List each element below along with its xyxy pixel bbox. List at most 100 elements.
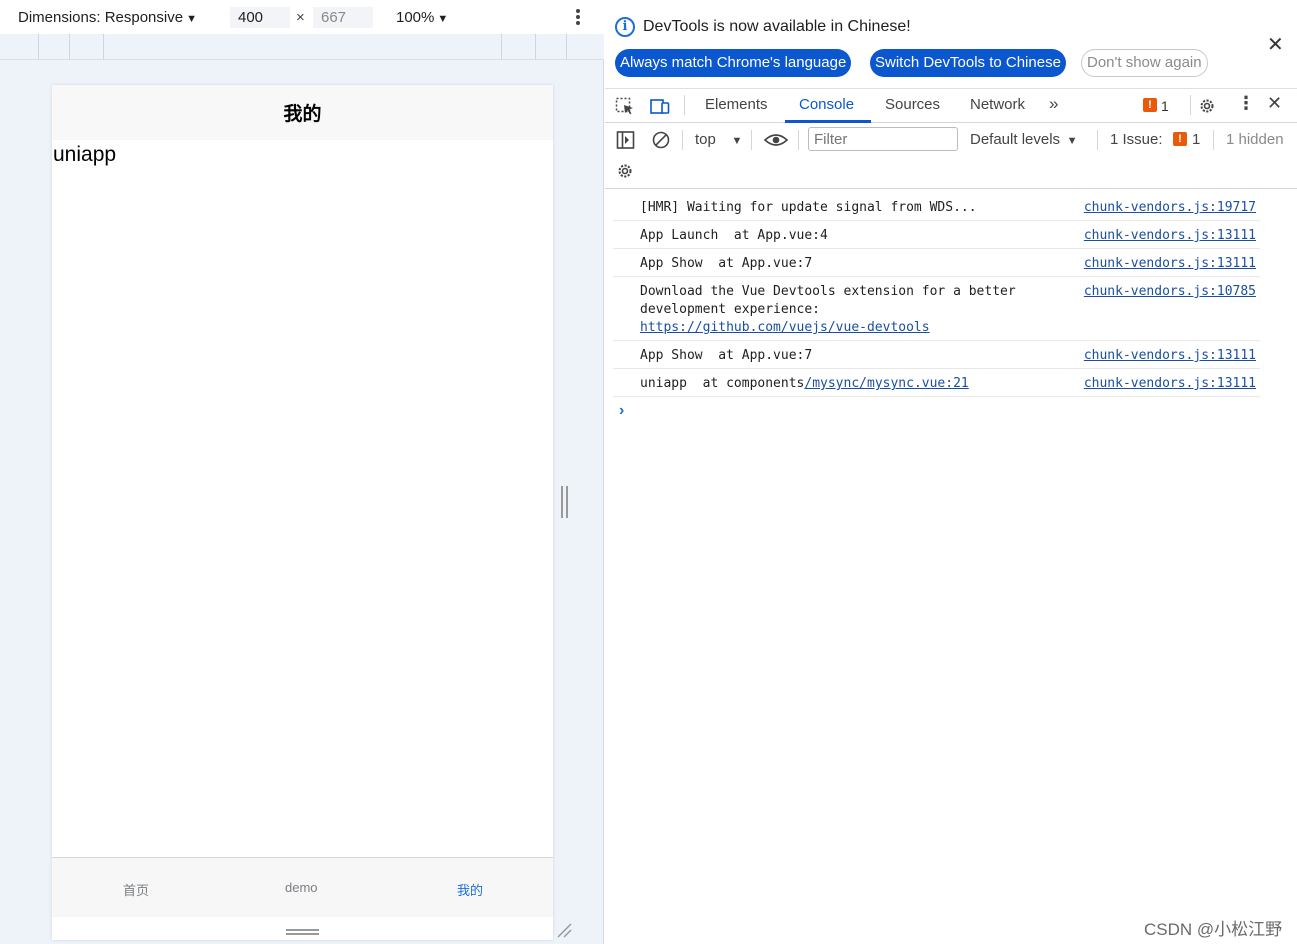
log-message: [HMR] Waiting for update signal from WDS… <box>640 200 977 215</box>
divider <box>682 130 683 150</box>
tab-console[interactable]: Console <box>799 96 854 113</box>
context-select[interactable]: top ▼ <box>695 131 742 148</box>
switch-to-chinese-button[interactable]: Switch DevTools to Chinese <box>870 49 1066 77</box>
ruler-segment[interactable] <box>38 34 39 60</box>
active-tab-indicator <box>785 120 871 123</box>
tab-mine[interactable]: 我的 <box>457 880 483 899</box>
divider <box>1097 130 1098 150</box>
ruler-segment[interactable] <box>566 34 567 60</box>
issues-label[interactable]: 1 Issue: <box>1110 131 1163 148</box>
infobar-message: DevTools is now available in Chinese! <box>643 18 911 35</box>
issue-icon[interactable]: ! <box>1143 98 1157 112</box>
hidden-count: 1 hidden <box>1226 131 1284 148</box>
resize-corner-icon[interactable] <box>556 922 572 938</box>
divider <box>684 95 685 115</box>
divider <box>1213 130 1214 150</box>
page-title: 我的 <box>283 104 322 125</box>
inspect-element-icon[interactable] <box>615 97 635 115</box>
log-entry: App Show at App.vue:7 chunk-vendors.js:1… <box>613 341 1260 369</box>
log-levels-select[interactable]: Default levels ▼ <box>970 131 1078 148</box>
close-icon[interactable]: ✕ <box>1267 32 1284 57</box>
divider <box>798 130 799 150</box>
log-entry: App Show at App.vue:7 chunk-vendors.js:1… <box>613 249 1260 277</box>
issue-icon[interactable]: ! <box>1173 132 1187 146</box>
caret-down-icon: ▼ <box>186 13 197 25</box>
watermark: CSDN @小松江野 <box>1144 920 1283 939</box>
caret-down-icon: ▼ <box>731 135 743 147</box>
log-levels-label: Default levels <box>970 131 1061 148</box>
divider <box>751 130 752 150</box>
content-text: uniapp <box>53 143 117 166</box>
dimensions-select[interactable]: Dimensions: Responsive ▼ <box>18 9 197 26</box>
times-symbol: × <box>296 9 305 26</box>
height-input[interactable] <box>313 7 373 28</box>
log-entry: Download the Vue Devtools extension for … <box>613 277 1260 341</box>
app-tab-bar: 首页 demo 我的 <box>52 857 553 917</box>
log-file-link[interactable]: /mysync/mysync.vue:21 <box>804 376 968 391</box>
log-source-link[interactable]: chunk-vendors.js:10785 <box>1084 283 1256 301</box>
context-label: top <box>695 131 716 148</box>
console-settings-gear-icon[interactable] <box>615 162 635 180</box>
app-nav-bar: 我的 <box>52 85 553 140</box>
tab-elements[interactable]: Elements <box>705 96 768 113</box>
dont-show-again-button[interactable]: Don't show again <box>1081 49 1208 77</box>
media-query-ruler <box>0 34 604 60</box>
devtools-tab-bar: Elements Console Sources Network » ! 1 ⋮… <box>605 89 1297 123</box>
device-toolbar-icon[interactable] <box>650 97 670 115</box>
ruler-segment[interactable] <box>535 34 536 60</box>
log-message: App Show at App.vue:7 <box>640 256 813 271</box>
resize-handle-bottom[interactable] <box>286 929 319 935</box>
ruler-segment[interactable] <box>501 34 502 60</box>
sidebar-toggle-icon[interactable] <box>616 131 636 149</box>
log-entry: App Launch at App.vue:4 chunk-vendors.js… <box>613 221 1260 249</box>
caret-down-icon: ▼ <box>437 13 449 25</box>
language-infobar: i DevTools is now available in Chinese! … <box>605 0 1297 89</box>
tab-demo[interactable]: demo <box>285 880 318 895</box>
devtools-panel: i DevTools is now available in Chinese! … <box>605 0 1297 944</box>
clear-console-icon[interactable] <box>651 131 671 149</box>
tab-network[interactable]: Network <box>970 96 1025 113</box>
log-source-link[interactable]: chunk-vendors.js:13111 <box>1084 227 1256 245</box>
console-log: [HMR] Waiting for update signal from WDS… <box>605 193 1297 397</box>
info-icon: i <box>615 17 635 37</box>
ruler-segment[interactable] <box>103 34 104 60</box>
tab-sources[interactable]: Sources <box>885 96 940 113</box>
device-emulation-pane: Dimensions: Responsive▼ × 100%▼ 我的 uniap… <box>0 0 604 944</box>
console-toolbar: top ▼ Default levels ▼ 1 Issue: ! 1 1 hi… <box>605 124 1297 189</box>
log-source-link[interactable]: chunk-vendors.js:13111 <box>1084 347 1256 365</box>
device-viewport: 我的 uniapp 首页 demo 我的 <box>52 85 553 940</box>
log-url-link[interactable]: https://github.com/vuejs/vue-devtools <box>640 320 930 335</box>
more-tabs-icon[interactable]: » <box>1049 94 1058 114</box>
settings-gear-icon[interactable] <box>1197 97 1217 115</box>
log-source-link[interactable]: chunk-vendors.js:19717 <box>1084 199 1256 217</box>
divider <box>1190 95 1191 115</box>
log-message: uniapp at components <box>640 376 805 391</box>
always-match-language-button[interactable]: Always match Chrome's language <box>615 49 852 77</box>
zoom-label: 100% <box>396 9 435 26</box>
issues-count[interactable]: 1 <box>1192 131 1200 148</box>
caret-down-icon: ▼ <box>1066 135 1078 147</box>
log-message: App Show at App.vue:7 <box>640 348 813 363</box>
ruler-segment[interactable] <box>69 34 70 60</box>
issues-count[interactable]: 1 <box>1161 98 1169 114</box>
live-expression-eye-icon[interactable] <box>763 131 789 149</box>
tab-home[interactable]: 首页 <box>123 880 149 899</box>
resize-handle-right[interactable] <box>561 486 568 518</box>
zoom-select[interactable]: 100% ▼ <box>396 9 448 26</box>
more-options-icon[interactable] <box>572 8 584 26</box>
log-source-link[interactable]: chunk-vendors.js:13111 <box>1084 255 1256 273</box>
log-message-wrapper: uniapp at components/mysync/mysync.vue:2… <box>640 375 1060 393</box>
log-source-link[interactable]: chunk-vendors.js:13111 <box>1084 375 1256 393</box>
filter-input[interactable] <box>808 127 958 151</box>
screen: Dimensions: Responsive▼ × 100%▼ 我的 uniap… <box>0 0 1297 944</box>
device-toolbar: Dimensions: Responsive▼ × 100%▼ <box>0 0 604 34</box>
log-message-wrapper: Download the Vue Devtools extension for … <box>640 283 1060 337</box>
log-message: App Launch at App.vue:4 <box>640 228 828 243</box>
log-entry: uniapp at components/mysync/mysync.vue:2… <box>613 369 1260 397</box>
width-input[interactable] <box>230 7 290 28</box>
dimensions-label: Dimensions: Responsive <box>18 9 184 26</box>
console-prompt-chevron-icon[interactable]: › <box>619 402 624 420</box>
more-options-icon[interactable]: ⋮ <box>1237 93 1255 114</box>
close-devtools-icon[interactable]: ✕ <box>1267 93 1282 114</box>
log-entry: [HMR] Waiting for update signal from WDS… <box>613 193 1260 221</box>
